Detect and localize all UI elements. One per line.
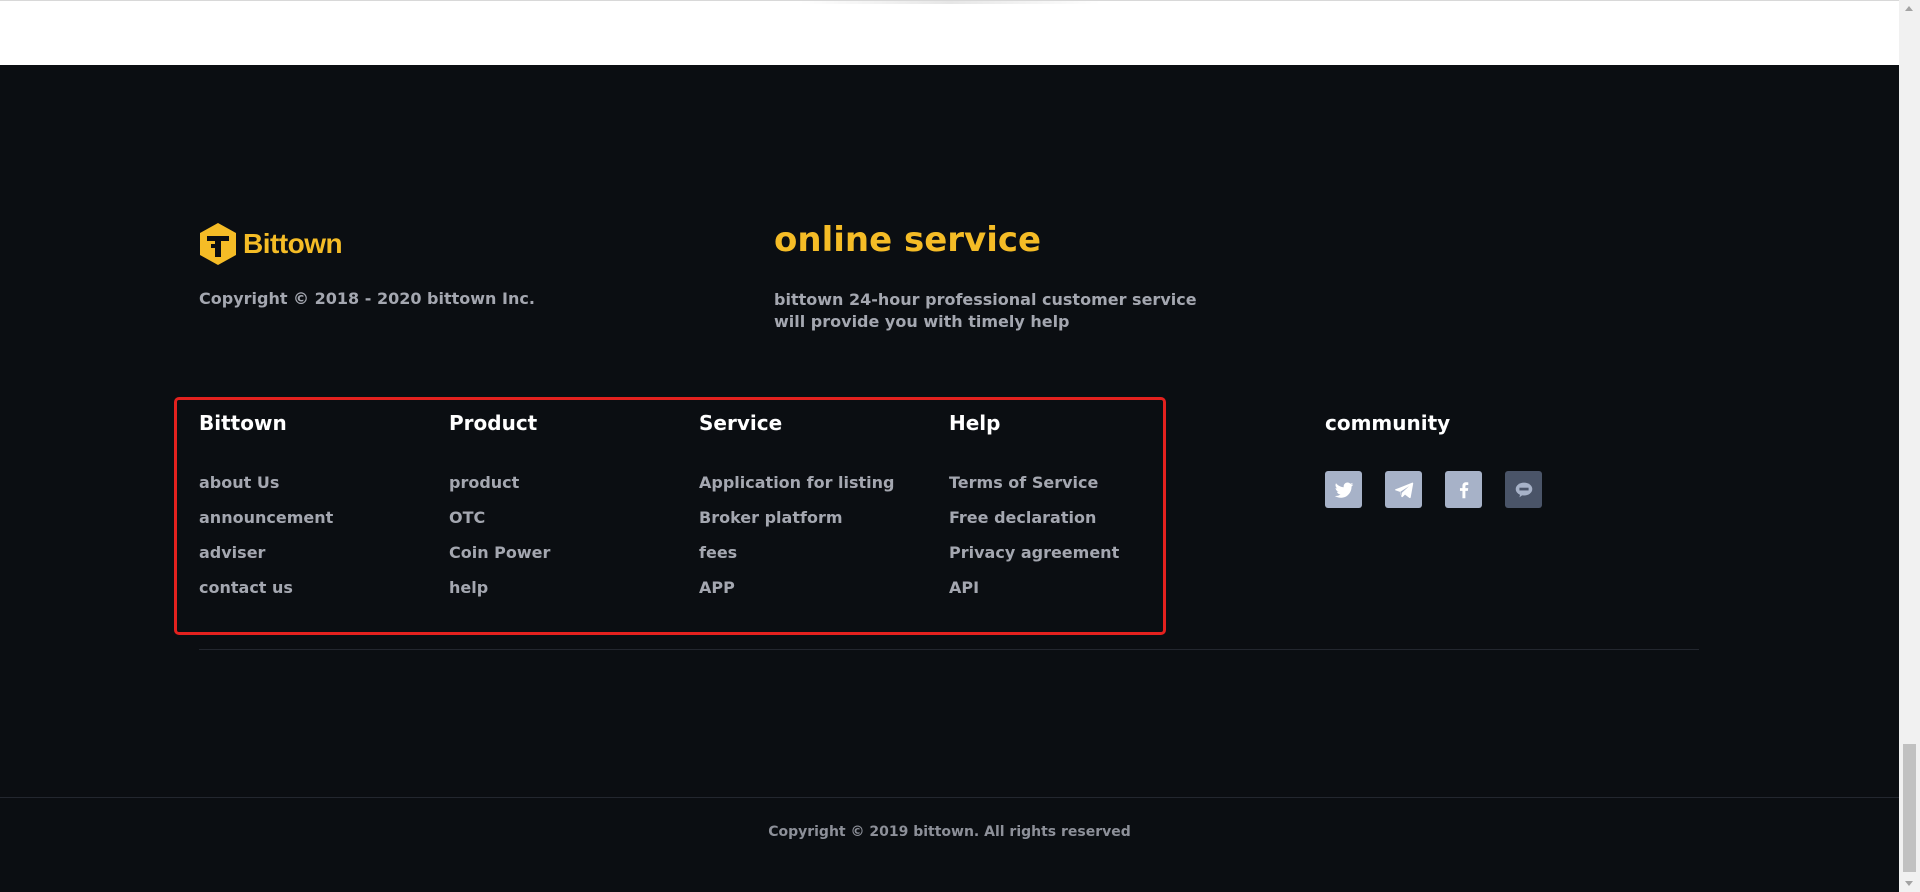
content-shadow: [800, 1, 1100, 4]
community-title: community: [1325, 411, 1451, 435]
scrollbar-thumb[interactable]: [1903, 744, 1916, 872]
column-title: Help: [949, 411, 1001, 435]
footer-column-help: Help Terms of Service Free declaration P…: [949, 410, 1119, 612]
link-coin-power[interactable]: Coin Power: [449, 542, 550, 577]
facebook-icon: [1459, 481, 1468, 498]
link-privacy-agreement[interactable]: Privacy agreement: [949, 542, 1119, 577]
telegram-button[interactable]: [1385, 471, 1422, 508]
link-about-us[interactable]: about Us: [199, 472, 333, 507]
link-terms-of-service[interactable]: Terms of Service: [949, 472, 1119, 507]
brand-name: Bittown: [243, 228, 343, 259]
twitter-button[interactable]: [1325, 471, 1362, 508]
footer-divider: [199, 649, 1699, 650]
link-otc[interactable]: OTC: [449, 507, 550, 542]
link-free-declaration[interactable]: Free declaration: [949, 507, 1119, 542]
company-copyright: Copyright © 2018 - 2020 bittown Inc.: [199, 289, 535, 308]
link-adviser[interactable]: adviser: [199, 542, 333, 577]
column-title: Product: [449, 411, 538, 435]
online-service-title: online service: [774, 220, 1042, 260]
column-title: Bittown: [199, 411, 287, 435]
bittown-logo[interactable]: Bittown: [199, 222, 343, 266]
online-service-description: bittown 24-hour professional customer se…: [774, 290, 1197, 331]
link-contact-us[interactable]: contact us: [199, 577, 333, 612]
facebook-button[interactable]: [1445, 471, 1482, 508]
footer-column-product: Product product OTC Coin Power help: [449, 410, 550, 612]
page-content-bottom-edge: [0, 0, 1899, 65]
column-title: Service: [699, 411, 783, 435]
bottom-divider: [0, 797, 1899, 798]
link-fees[interactable]: fees: [699, 542, 895, 577]
community-section: community: [1325, 410, 1565, 508]
kakaotalk-button[interactable]: [1505, 471, 1542, 508]
link-app[interactable]: APP: [699, 577, 895, 612]
scroll-up-arrow-icon[interactable]: [1899, 0, 1920, 17]
scroll-down-arrow-icon[interactable]: [1899, 875, 1920, 892]
twitter-icon: [1334, 482, 1353, 498]
bottom-copyright: Copyright © 2019 bittown. All rights res…: [768, 824, 1131, 840]
link-announcement[interactable]: announcement: [199, 507, 333, 542]
link-broker-platform[interactable]: Broker platform: [699, 507, 895, 542]
vertical-scrollbar[interactable]: [1899, 0, 1920, 892]
kakaotalk-icon: [1515, 482, 1532, 497]
bittown-logo-icon: [200, 223, 236, 265]
telegram-icon: [1394, 482, 1413, 498]
link-product-help[interactable]: help: [449, 577, 550, 612]
footer-column-bittown: Bittown about Us announcement adviser co…: [199, 410, 333, 612]
footer-column-service: Service Application for listing Broker p…: [699, 410, 895, 612]
link-product[interactable]: product: [449, 472, 550, 507]
link-api[interactable]: API: [949, 577, 1119, 612]
link-application-for-listing[interactable]: Application for listing: [699, 472, 895, 507]
